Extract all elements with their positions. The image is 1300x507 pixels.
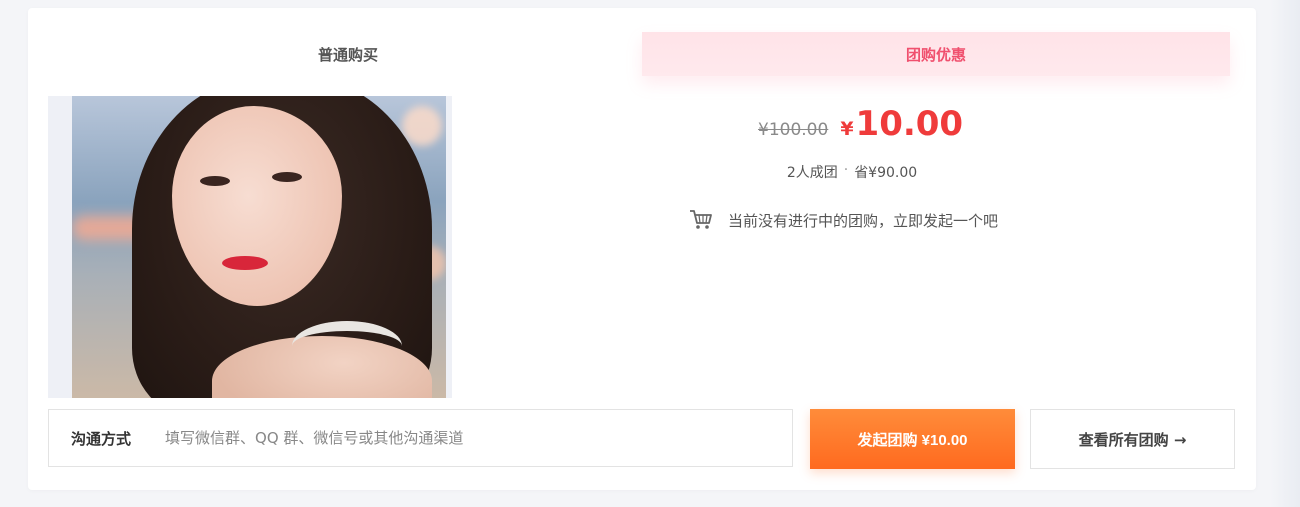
tab-group-discount[interactable]: 团购优惠 bbox=[642, 32, 1230, 76]
contact-input[interactable] bbox=[163, 417, 792, 459]
contact-field: 沟通方式 bbox=[48, 409, 793, 467]
product-image bbox=[48, 96, 452, 398]
product-photo bbox=[72, 96, 446, 398]
group-members: 2人成团 bbox=[786, 165, 838, 181]
launch-group-button[interactable]: 发起团购 ¥10.00 bbox=[810, 409, 1015, 469]
tab-normal-purchase[interactable]: 普通购买 bbox=[48, 32, 648, 76]
view-all-groups-button[interactable]: 查看所有团购 → bbox=[1030, 409, 1235, 469]
current-price: ¥ 10.00 bbox=[840, 104, 963, 144]
separator-dot: · bbox=[843, 162, 849, 178]
price-row: ¥100.00 ¥ 10.00 bbox=[758, 104, 963, 150]
no-group-status: 当前没有进行中的团购，立即发起一个吧 bbox=[688, 206, 998, 234]
current-price-value: 10.00 bbox=[855, 104, 964, 144]
original-price: ¥100.00 bbox=[758, 120, 829, 140]
tab-normal-label: 普通购买 bbox=[317, 45, 378, 64]
currency-symbol: ¥ bbox=[840, 118, 854, 140]
no-group-message: 当前没有进行中的团购，立即发起一个吧 bbox=[728, 211, 999, 230]
product-card: 普通购买 团购优惠 ¥100.00 ¥ 10.00 2人成团 · 省¥90.00 bbox=[28, 8, 1256, 490]
tab-group-label: 团购优惠 bbox=[905, 45, 966, 64]
group-saving: 省¥90.00 bbox=[854, 165, 918, 181]
cart-icon bbox=[688, 207, 714, 233]
contact-label: 沟通方式 bbox=[71, 429, 132, 448]
group-info: 2人成团 · 省¥90.00 bbox=[28, 162, 1256, 182]
page-edge bbox=[1270, 0, 1300, 507]
